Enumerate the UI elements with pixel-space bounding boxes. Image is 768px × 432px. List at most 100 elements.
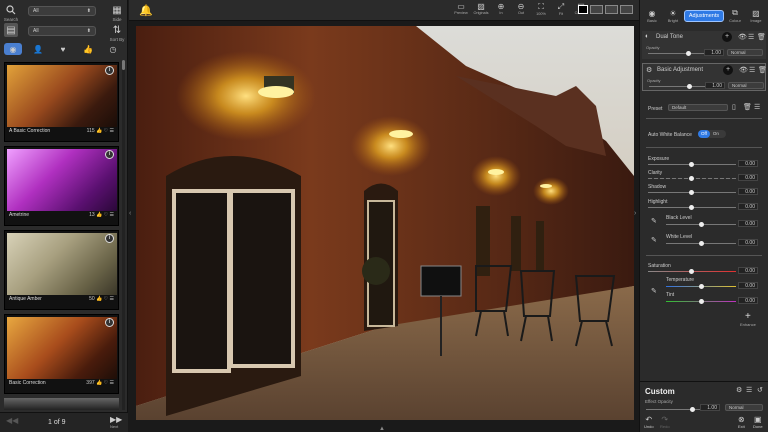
white-level-value[interactable]: 0.00 bbox=[738, 239, 758, 246]
slider-knob[interactable] bbox=[699, 299, 704, 304]
preset-thumbnail[interactable]: i Ametrine 13 👍 ♡ ☰ bbox=[4, 146, 119, 226]
tab-basic[interactable]: ◉ Basic bbox=[642, 9, 662, 23]
exposure-slider[interactable] bbox=[648, 162, 736, 167]
info-icon[interactable]: i bbox=[105, 318, 114, 327]
preset-scrollbar[interactable] bbox=[122, 60, 125, 410]
thumbs-up-icon[interactable]: 👍 bbox=[79, 43, 97, 55]
tab-colour[interactable]: ⧉ Colour bbox=[725, 8, 745, 23]
done-button[interactable]: ▣ Done bbox=[753, 415, 763, 429]
menu-icon[interactable]: ☰ bbox=[746, 386, 752, 394]
slider-knob[interactable] bbox=[699, 241, 704, 246]
effect-blend-select[interactable]: Normal bbox=[725, 404, 763, 411]
collection-button[interactable]: ▤ bbox=[4, 23, 18, 37]
trash-icon[interactable]: 🗑 bbox=[757, 33, 766, 41]
visibility-icon[interactable]: 👁 bbox=[739, 66, 748, 74]
clarity-value[interactable]: 0.00 bbox=[738, 174, 758, 181]
bell-icon[interactable]: 🔔 bbox=[139, 4, 153, 17]
info-icon[interactable]: i bbox=[105, 66, 114, 75]
slider-knob[interactable] bbox=[689, 176, 694, 181]
awb-toggle[interactable]: Off On bbox=[698, 130, 726, 138]
tab-adjustments[interactable]: Adjustments bbox=[683, 9, 725, 22]
side-by-side-icon[interactable] bbox=[605, 5, 618, 14]
collapse-bottom-icon[interactable]: ▲ bbox=[379, 426, 385, 432]
heart-icon[interactable]: ♥ bbox=[54, 43, 72, 55]
next-page-button[interactable]: ▶▶ Next bbox=[110, 415, 122, 429]
exposure-value[interactable]: 0.00 bbox=[738, 160, 758, 167]
visibility-icon[interactable]: 👁 bbox=[738, 33, 747, 41]
menu-icon[interactable]: ☰ bbox=[748, 33, 754, 41]
shadow-slider[interactable] bbox=[648, 190, 736, 195]
slider-knob[interactable] bbox=[687, 84, 692, 89]
slider-knob[interactable] bbox=[689, 162, 694, 167]
opacity-slider[interactable] bbox=[648, 51, 708, 56]
preset-thumbnail[interactable]: i Basic Correction 397 👍 ♡ ☰ bbox=[4, 314, 119, 394]
delete-preset-icon[interactable]: 🗑 bbox=[743, 103, 752, 111]
gear-icon[interactable]: ⚙ bbox=[736, 386, 742, 394]
tint-value[interactable]: 0.00 bbox=[738, 297, 758, 304]
compare-view-icon[interactable] bbox=[620, 5, 633, 14]
temperature-slider[interactable] bbox=[666, 284, 736, 289]
grid-icon[interactable]: ◉ bbox=[4, 43, 22, 55]
slider-knob[interactable] bbox=[699, 222, 704, 227]
exit-button[interactable]: ⊗ Exit bbox=[738, 415, 745, 429]
slider-knob[interactable] bbox=[699, 284, 704, 289]
redo-button[interactable]: ↷ Redo bbox=[660, 415, 670, 429]
originals-button[interactable]: ▨ Originals bbox=[473, 2, 489, 16]
black-level-slider[interactable] bbox=[666, 222, 736, 227]
preview-button[interactable]: ▭ Preview bbox=[453, 2, 469, 16]
previous-page-icon[interactable]: ◀◀ bbox=[6, 416, 18, 425]
add-mask-icon[interactable]: + bbox=[722, 32, 732, 42]
eyedropper-icon[interactable]: ✎ bbox=[651, 217, 657, 225]
fit-button[interactable]: ⤢ Fit bbox=[553, 2, 569, 16]
saturation-slider[interactable] bbox=[648, 269, 736, 274]
collapse-left-icon[interactable]: ‹ bbox=[129, 210, 131, 217]
temperature-value[interactable]: 0.00 bbox=[738, 282, 758, 289]
layer-basic-adjustment[interactable]: ⚙ Basic Adjustment + 👁 ☰ 🗑 Opacity 1.00 … bbox=[642, 63, 767, 91]
clock-icon[interactable]: ◷ bbox=[104, 43, 122, 55]
zoom-in-button[interactable]: ⊕ In bbox=[493, 2, 509, 16]
preset-thumbnail[interactable]: i Antique Amber 50 👍 ♡ ☰ bbox=[4, 230, 119, 310]
slider-knob[interactable] bbox=[689, 269, 694, 274]
tint-slider[interactable] bbox=[666, 299, 736, 304]
search-button[interactable]: Search bbox=[4, 3, 21, 22]
save-preset-icon[interactable]: ▯ bbox=[732, 103, 736, 111]
white-level-slider[interactable] bbox=[666, 241, 736, 246]
sort-by-button[interactable]: ⇅ Sort By bbox=[110, 23, 127, 43]
preset-select[interactable]: Default bbox=[668, 104, 728, 111]
slider-knob[interactable] bbox=[686, 51, 691, 56]
undo-button[interactable]: ↶ Undo bbox=[644, 415, 654, 429]
tab-bright[interactable]: ☀ Bright bbox=[663, 9, 683, 23]
tab-image[interactable]: ▨ Image bbox=[746, 9, 766, 23]
single-view-icon[interactable] bbox=[578, 5, 588, 14]
preset-thumbnail[interactable]: i A Basic Correction 115 👍 ♡ ☰ bbox=[4, 62, 119, 142]
highlight-value[interactable]: 0.00 bbox=[738, 203, 758, 210]
preset-thumbnail-partial[interactable] bbox=[4, 398, 119, 410]
opacity-value[interactable]: 1.00 bbox=[704, 49, 724, 56]
preset-menu-icon[interactable]: ☰ bbox=[754, 103, 760, 111]
info-icon[interactable]: i bbox=[105, 150, 114, 159]
clarity-slider[interactable] bbox=[648, 176, 736, 181]
zoom-out-button[interactable]: ⊖ Out bbox=[513, 2, 529, 16]
zoom-100-button[interactable]: ⛶ 100% bbox=[533, 2, 549, 16]
black-level-value[interactable]: 0.00 bbox=[738, 220, 758, 227]
effect-opacity-slider[interactable] bbox=[646, 407, 704, 412]
slider-knob[interactable] bbox=[689, 190, 694, 195]
add-mask-icon[interactable]: + bbox=[723, 65, 733, 75]
menu-icon[interactable]: ☰ bbox=[749, 66, 755, 74]
slider-knob[interactable] bbox=[689, 205, 694, 210]
blend-mode-select[interactable]: Normal bbox=[728, 82, 764, 89]
eyedropper-icon[interactable]: ✎ bbox=[651, 287, 657, 295]
info-icon[interactable]: i bbox=[105, 234, 114, 243]
side-button[interactable]: ▦ Side bbox=[110, 3, 127, 23]
reset-icon[interactable]: ↺ bbox=[757, 386, 763, 394]
eyedropper-icon[interactable]: ✎ bbox=[651, 236, 657, 244]
category-filter-select[interactable]: All ⬍ bbox=[28, 6, 96, 16]
highlight-slider[interactable] bbox=[648, 205, 736, 210]
trash-icon[interactable]: 🗑 bbox=[758, 66, 767, 74]
scrollbar-thumb[interactable] bbox=[122, 60, 125, 70]
layer-dual-tone[interactable]: ◐ Dual Tone + 👁 ☰ 🗑 Opacity 1.00 Normal bbox=[642, 31, 766, 59]
slider-knob[interactable] bbox=[690, 407, 695, 412]
photo-canvas[interactable] bbox=[136, 26, 634, 420]
shadow-value[interactable]: 0.00 bbox=[738, 188, 758, 195]
split-view-icon[interactable] bbox=[590, 5, 603, 14]
